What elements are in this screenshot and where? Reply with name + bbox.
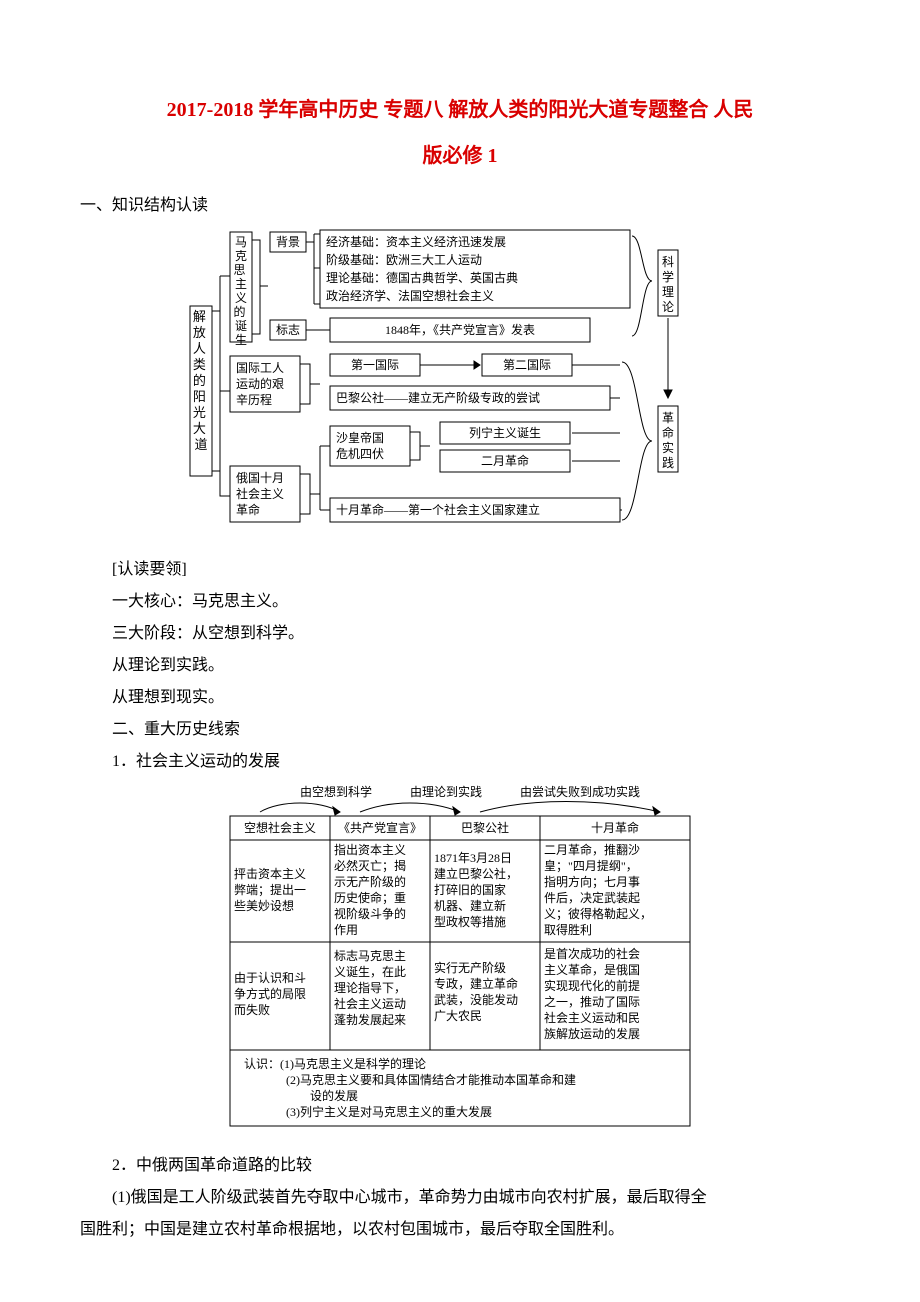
svg-text:广大农民: 广大农民 [434,1009,482,1023]
svg-text:社会主义运动: 社会主义运动 [334,996,406,1011]
svg-text:1871年3月28日: 1871年3月28日 [434,851,512,865]
svg-text:十月革命——第一个社会主义国家建立: 十月革命——第一个社会主义国家建立 [336,502,540,517]
svg-text:作用: 作用 [334,923,358,937]
svg-text:由空想到科学: 由空想到科学 [300,784,372,799]
paragraph-last-1: (1)俄国是工人阶级武装首先夺取中心城市，革命势力由城市向农村扩展，最后取得全 [80,1182,840,1214]
reading-line-3: 从理论到实践。 [80,650,840,682]
svg-text:打碎旧的国家: 打碎旧的国家 [434,882,506,897]
svg-text:第一国际: 第一国际 [351,358,399,372]
section-1-heading: 一、知识结构认读 [80,190,840,222]
svg-text:列宁主义诞生: 列宁主义诞生 [469,425,541,440]
section-2-item-1: 1．社会主义运动的发展 [80,746,840,778]
svg-text:历史使命；重: 历史使命；重 [334,890,406,905]
svg-text:国际工人: 国际工人 [236,361,284,375]
reading-heading: [认读要领] [80,554,840,586]
svg-text:理论基础：德国古典哲学、英国古典: 理论基础：德国古典哲学、英国古典 [326,270,518,285]
d1-root-char: 解 [193,309,206,324]
svg-text:实行无产阶级: 实行无产阶级 [434,960,506,975]
svg-text:(2)马克思主义要和具体国情结合才能推动本国革命和建: (2)马克思主义要和具体国情结合才能推动本国革命和建 [286,1072,576,1087]
svg-text:义诞生，在此: 义诞生，在此 [334,965,406,979]
svg-text:义；彼得格勒起义，: 义；彼得格勒起义， [544,906,652,921]
svg-text:示无产阶级的: 示无产阶级的 [334,874,406,889]
svg-text:巴黎公社——建立无产阶级专政的尝试: 巴黎公社——建立无产阶级专政的尝试 [336,390,540,405]
svg-text:二月革命，推翻沙: 二月革命，推翻沙 [544,842,640,857]
svg-text:认识：(1)马克思主义是科学的理论: 认识：(1)马克思主义是科学的理论 [244,1056,426,1071]
svg-text:(3)列宁主义是对马克思主义的重大发展: (3)列宁主义是对马克思主义的重大发展 [286,1104,492,1119]
svg-text:之一，推动了国际: 之一，推动了国际 [544,995,640,1009]
svg-text:标志: 标志 [276,323,300,337]
svg-text:第二国际: 第二国际 [503,358,551,372]
svg-text:科学理论: 科学理论 [662,255,674,314]
svg-text:机器、建立新: 机器、建立新 [434,898,506,913]
socialism-development-table: 由空想到科学 由理论到实践 由尝试失败到成功实践 空想社会主义 《共 [80,782,840,1144]
svg-text:件后，决定武装起: 件后，决定武装起 [544,890,640,905]
paragraph-last-2: 国胜利；中国是建立农村革命根据地，以农村包围城市，最后夺取全国胜利。 [80,1214,840,1246]
svg-text:经济基础：资本主义经济迅速发展: 经济基础：资本主义经济迅速发展 [326,234,506,249]
svg-text:建立巴黎公社，: 建立巴黎公社， [434,866,518,881]
svg-text:马克思 主义的 诞生: 马克思 主义的 诞生 [233,235,248,347]
svg-text:指出资本主义: 指出资本主义 [334,842,406,857]
svg-text:标志马克思主: 标志马克思主 [334,949,406,963]
svg-text:弊端；提出一: 弊端；提出一 [234,882,306,897]
svg-text:设的发展: 设的发展 [310,1088,358,1103]
svg-text:背景: 背景 [276,235,300,249]
svg-text:危机四伏: 危机四伏 [336,447,384,461]
svg-text:抨击资本主义: 抨击资本主义 [234,867,306,881]
svg-text:由于认识和斗: 由于认识和斗 [234,971,306,985]
svg-text:蓬勃发展起来: 蓬勃发展起来 [334,1012,406,1027]
svg-text:型政权等措施: 型政权等措施 [434,915,506,929]
svg-text:1848年，《共产党宣言》发表: 1848年，《共产党宣言》发表 [385,322,535,337]
svg-text:必然灭亡；揭: 必然灭亡；揭 [334,858,406,873]
svg-text:武装，没能发动: 武装，没能发动 [434,992,518,1007]
svg-text:专政，建立革命: 专政，建立革命 [434,976,518,991]
svg-text:社会主义: 社会主义 [236,486,284,501]
svg-text:主义革命，是俄国: 主义革命，是俄国 [544,962,640,977]
svg-text:运动的艰: 运动的艰 [236,376,284,391]
svg-text:族解放运动的发展: 族解放运动的发展 [544,1026,640,1041]
svg-text:由尝试失败到成功实践: 由尝试失败到成功实践 [520,784,640,799]
svg-text:指明方向；七月事: 指明方向；七月事 [544,874,640,889]
svg-text:取得胜利: 取得胜利 [544,922,592,937]
svg-text:革命: 革命 [236,502,260,517]
section-2-heading: 二、重大历史线索 [80,714,840,746]
svg-text:空想社会主义: 空想社会主义 [244,820,316,835]
page-title-line2: 版必修 1 [80,136,840,176]
svg-text:辛历程: 辛历程 [236,392,272,407]
document-page: 2017-2018 学年高中历史 专题八 解放人类的阳光大道专题整合 人民 版必… [0,0,920,1286]
svg-text:是首次成功的社会: 是首次成功的社会 [544,946,640,961]
svg-text:些美妙设想: 些美妙设想 [234,898,294,913]
svg-text:皇；"四月提纲"，: 皇；"四月提纲"， [544,858,638,873]
reading-line-1: 一大核心：马克思主义。 [80,586,840,618]
svg-text:理论指导下，: 理论指导下， [334,980,406,995]
svg-text:二月革命: 二月革命 [481,453,529,468]
page-title-line1: 2017-2018 学年高中历史 专题八 解放人类的阳光大道专题整合 人民 [80,90,840,130]
svg-text:社会主义运动和民: 社会主义运动和民 [544,1010,640,1025]
svg-text:阶级基础：欧洲三大工人运动: 阶级基础：欧洲三大工人运动 [326,253,482,267]
svg-text:沙皇帝国: 沙皇帝国 [336,430,384,445]
svg-text:俄国十月: 俄国十月 [236,471,284,485]
svg-text:由理论到实践: 由理论到实践 [410,784,482,799]
reading-line-4: 从理想到现实。 [80,682,840,714]
svg-text:而失败: 而失败 [234,1002,270,1017]
svg-text:十月革命: 十月革命 [591,820,639,835]
knowledge-structure-diagram: 解 放 人 类 的 阳 光 大 道 马克思 主义的 诞生 [80,226,840,548]
svg-text:《共产党宣言》: 《共产党宣言》 [338,820,422,835]
svg-text:解 放 人: 解 放 人 类 的 阳 光 大 道 [193,309,209,452]
reading-line-2: 三大阶段：从空想到科学。 [80,618,840,650]
svg-text:政治经济学、法国空想社会主义: 政治经济学、法国空想社会主义 [326,288,494,303]
svg-text:实现现代化的前提: 实现现代化的前提 [544,978,640,993]
svg-text:视阶级斗争的: 视阶级斗争的 [334,906,406,921]
section-2-item-2: 2．中俄两国革命道路的比较 [80,1150,840,1182]
svg-text:争方式的局限: 争方式的局限 [234,986,306,1001]
svg-text:巴黎公社: 巴黎公社 [461,820,509,835]
svg-text:革命实践: 革命实践 [662,411,674,470]
